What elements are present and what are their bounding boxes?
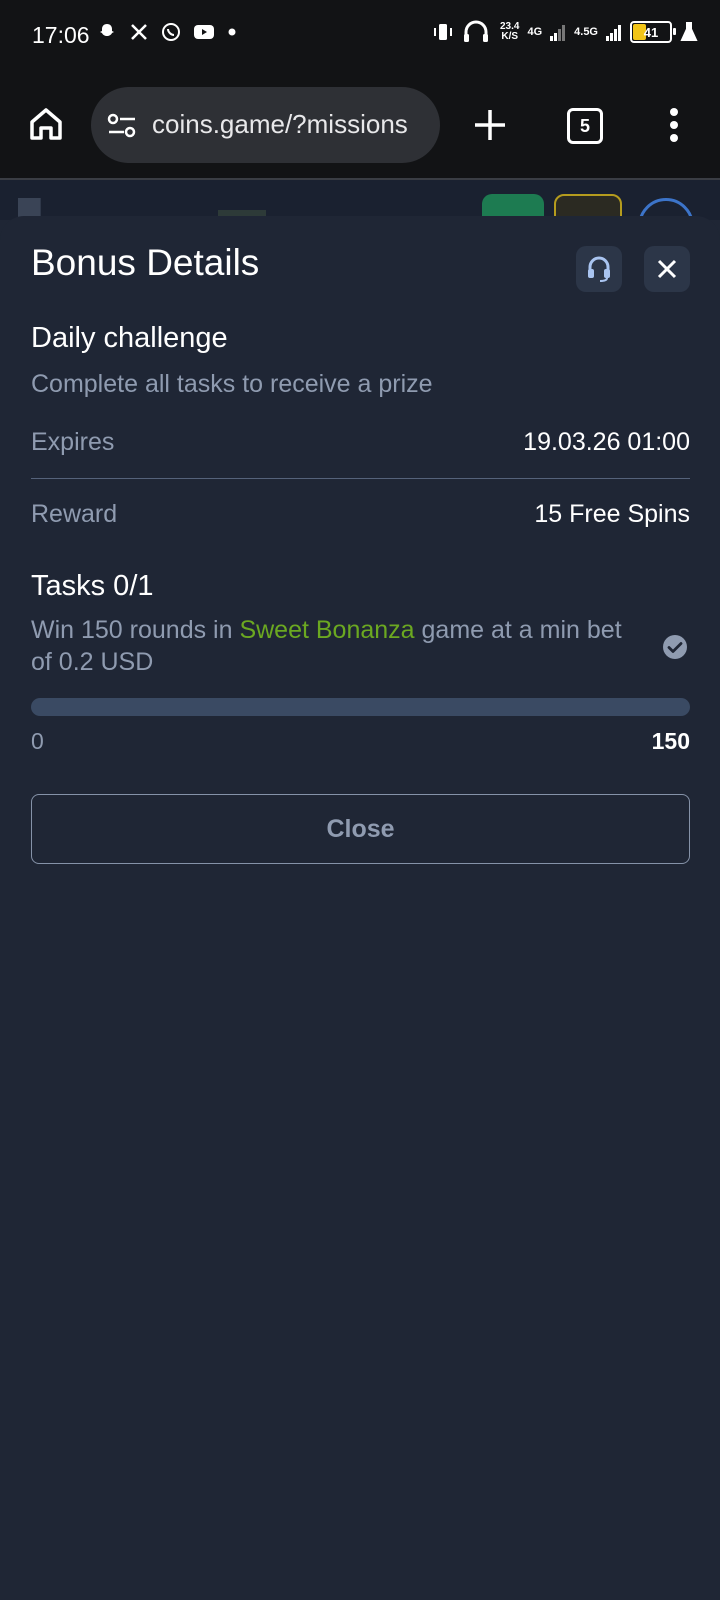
check-circle-icon: [663, 635, 687, 659]
progress-max-label: 150: [651, 728, 690, 754]
status-time: 17:06: [32, 22, 90, 48]
headset-icon: [588, 256, 610, 282]
close-button-label: Close: [326, 814, 395, 843]
signal-icon: [550, 25, 566, 41]
close-button[interactable]: Close: [31, 794, 690, 864]
bonus-details-sheet: Bonus Details Daily challenge Complete a…: [0, 216, 720, 1600]
close-modal-button[interactable]: [644, 246, 690, 292]
site-settings-icon[interactable]: [107, 111, 137, 141]
status-right-icons: 23.4 K/S 4G 4.5G 41: [432, 20, 698, 44]
tab-switcher-button[interactable]: 5: [567, 108, 603, 144]
signal-icon: [606, 25, 621, 41]
challenge-name: Daily challenge: [31, 322, 228, 354]
notification-icons: [97, 22, 237, 42]
network-4g-label: 4G: [527, 26, 543, 38]
network-45g-label: 4.5G: [574, 26, 598, 38]
tab-count: 5: [579, 115, 590, 136]
sheet-title: Bonus Details: [31, 242, 260, 283]
headphones-icon: [463, 20, 488, 42]
youtube-icon: [194, 25, 214, 39]
tasks-title: Tasks 0/1: [31, 570, 154, 602]
expires-label: Expires: [31, 428, 115, 456]
status-bar: 17:06 23.4 K/S 4G 4.5G 41: [0, 0, 720, 72]
background-site: █: [0, 180, 720, 220]
browser-toolbar: coins.game/?missions 5: [0, 72, 720, 180]
more-options-icon[interactable]: [664, 107, 684, 143]
x-icon: [131, 24, 147, 40]
challenge-description: Complete all tasks to receive a prize: [31, 370, 433, 398]
task-progress-bar: [31, 698, 690, 716]
address-bar[interactable]: coins.game/?missions: [91, 87, 440, 163]
battery-icon: 41: [630, 21, 676, 43]
game-link[interactable]: Sweet Bonanza: [239, 616, 414, 644]
new-tab-icon[interactable]: [472, 107, 508, 143]
vibrate-icon: [433, 24, 452, 40]
reward-label: Reward: [31, 500, 118, 528]
url-text[interactable]: coins.game/?missions: [152, 109, 408, 140]
expires-value: 19.03.26 01:00: [523, 428, 690, 456]
progress-min-label: 0: [31, 728, 44, 754]
task-description: Win 150 rounds in Sweet Bonanza game at …: [31, 614, 641, 678]
snapchat-icon: [100, 24, 114, 36]
whatsapp-icon: [162, 23, 180, 41]
task-text-prefix: Win 150 rounds in: [31, 616, 240, 644]
support-button[interactable]: [576, 246, 622, 292]
close-icon: [657, 259, 677, 279]
flask-icon: [680, 22, 698, 41]
reward-value: 15 Free Spins: [534, 500, 690, 528]
home-icon[interactable]: [26, 104, 66, 144]
net-speed: 23.4 K/S: [499, 21, 520, 42]
divider: [31, 478, 690, 479]
dot-icon: [228, 28, 236, 36]
